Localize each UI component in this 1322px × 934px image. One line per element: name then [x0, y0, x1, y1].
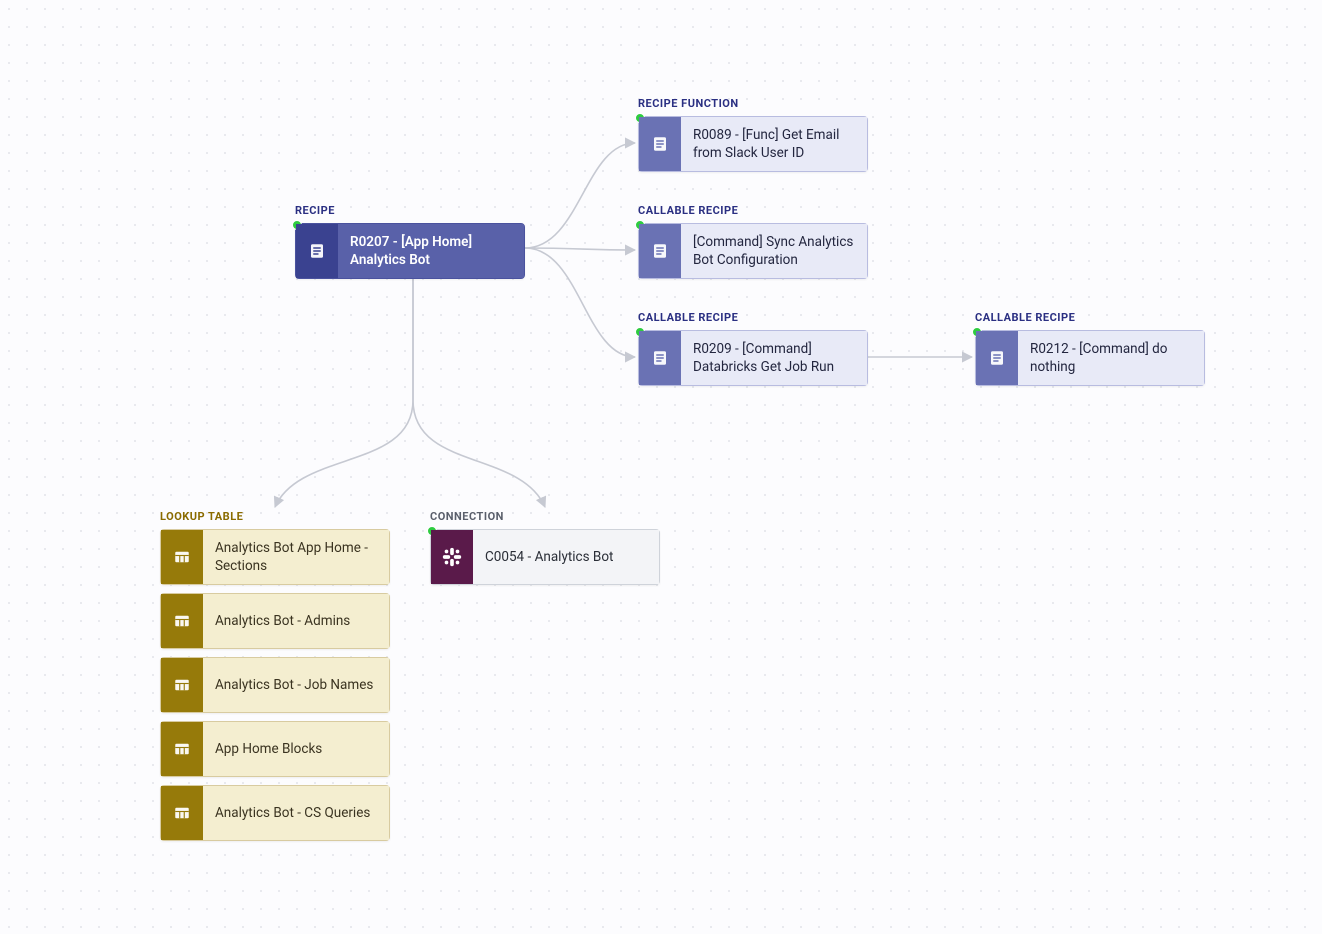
slack-icon: [431, 530, 473, 584]
node-type-label: LOOKUP TABLE: [160, 510, 390, 523]
recipe-icon: [639, 117, 681, 171]
card[interactable]: R0209 - [Command] Databricks Get Job Run: [638, 330, 868, 386]
node-label: Analytics Bot - Admins: [203, 594, 389, 648]
node-recipe-function[interactable]: RECIPE FUNCTION R0089 - [Func] Get Email…: [638, 97, 868, 172]
table-icon: [161, 530, 203, 584]
recipe-icon: [296, 224, 338, 278]
node-label: App Home Blocks: [203, 722, 389, 776]
node-callable-recipe-sync[interactable]: CALLABLE RECIPE [Command] Sync Analytics…: [638, 204, 868, 279]
lookup-table-card[interactable]: App Home Blocks: [160, 721, 390, 777]
node-recipe-root[interactable]: RECIPE R0207 - [App Home] Analytics Bot: [295, 204, 525, 279]
card[interactable]: R0212 - [Command] do nothing: [975, 330, 1205, 386]
node-callable-recipe-databricks[interactable]: CALLABLE RECIPE R0209 - [Command] Databr…: [638, 311, 868, 386]
node-label: [Command] Sync Analytics Bot Configurati…: [681, 224, 867, 278]
node-label: Analytics Bot - CS Queries: [203, 786, 389, 840]
card[interactable]: R0207 - [App Home] Analytics Bot: [295, 223, 525, 279]
lookup-table-card[interactable]: Analytics Bot - Job Names: [160, 657, 390, 713]
card[interactable]: [Command] Sync Analytics Bot Configurati…: [638, 223, 868, 279]
node-type-label: CONNECTION: [430, 510, 660, 523]
card[interactable]: C0054 - Analytics Bot: [430, 529, 660, 585]
node-type-label: RECIPE FUNCTION: [638, 97, 868, 110]
node-label: Analytics Bot App Home - Sections: [203, 530, 389, 584]
table-icon: [161, 594, 203, 648]
lookup-table-card[interactable]: Analytics Bot - Admins: [160, 593, 390, 649]
recipe-icon: [639, 224, 681, 278]
node-label: R0207 - [App Home] Analytics Bot: [338, 224, 524, 278]
lookup-table-card[interactable]: Analytics Bot App Home - Sections: [160, 529, 390, 585]
table-icon: [161, 786, 203, 840]
table-icon: [161, 722, 203, 776]
node-type-label: CALLABLE RECIPE: [638, 311, 868, 324]
node-type-label: RECIPE: [295, 204, 525, 217]
node-label: Analytics Bot - Job Names: [203, 658, 389, 712]
node-type-label: CALLABLE RECIPE: [975, 311, 1205, 324]
node-label: R0209 - [Command] Databricks Get Job Run: [681, 331, 867, 385]
node-connection[interactable]: CONNECTION C0054 - Analytics Bot: [430, 510, 660, 585]
table-icon: [161, 658, 203, 712]
recipe-icon: [639, 331, 681, 385]
node-type-label: CALLABLE RECIPE: [638, 204, 868, 217]
card[interactable]: R0089 - [Func] Get Email from Slack User…: [638, 116, 868, 172]
node-lookup-stack: LOOKUP TABLE Analytics Bot App Home - Se…: [160, 510, 390, 841]
node-label: R0212 - [Command] do nothing: [1018, 331, 1204, 385]
node-label: R0089 - [Func] Get Email from Slack User…: [681, 117, 867, 171]
node-callable-recipe-donothing[interactable]: CALLABLE RECIPE R0212 - [Command] do not…: [975, 311, 1205, 386]
recipe-icon: [976, 331, 1018, 385]
lookup-table-card[interactable]: Analytics Bot - CS Queries: [160, 785, 390, 841]
node-label: C0054 - Analytics Bot: [473, 530, 659, 584]
